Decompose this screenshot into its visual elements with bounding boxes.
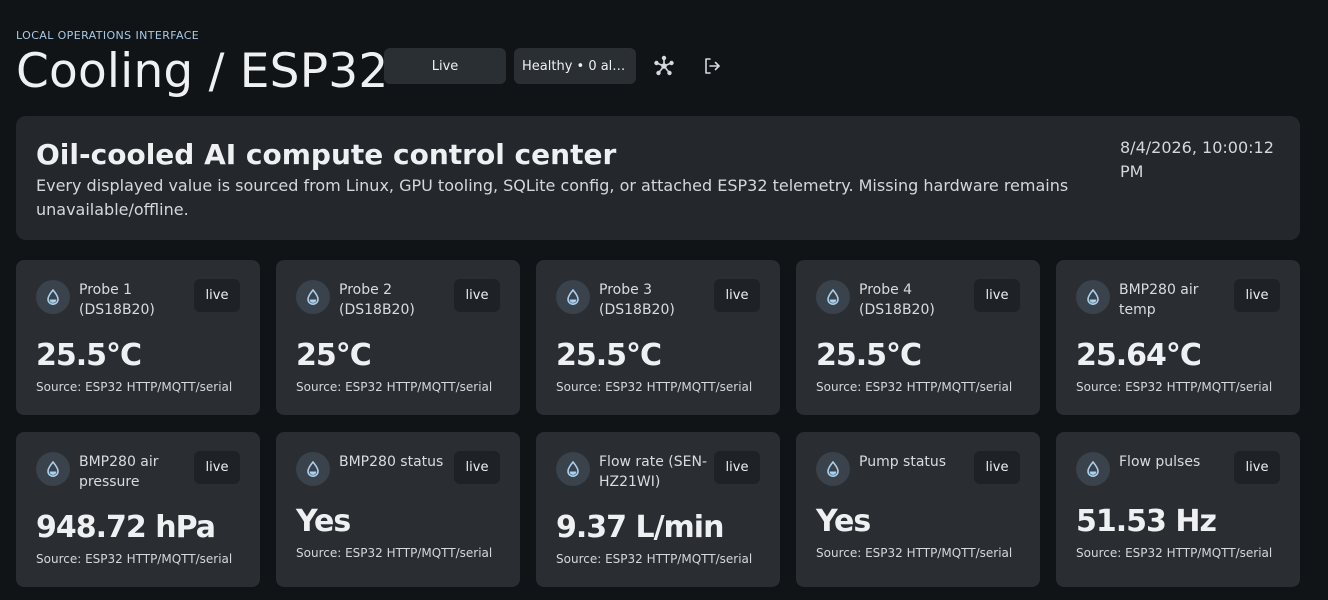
sensor-card-label: Probe 1 (DS18B20) [79,282,155,318]
sensor-card-label: Probe 2 (DS18B20) [339,282,415,318]
sensor-card-label: BMP280 air pressure [79,454,159,490]
sensor-card-value: 948.72 hPa [36,510,216,545]
sensor-card-label: BMP280 status [339,454,444,470]
live-status-chip[interactable]: Live [384,48,506,84]
eyebrow-label: LOCAL OPERATIONS INTERFACE [16,29,200,42]
droplet-icon [36,280,70,314]
droplet-icon [816,280,850,314]
sensor-card-source: Source: ESP32 HTTP/MQTT/serial [816,380,1013,394]
live-badge: live [454,451,500,484]
sensor-card-probe-4[interactable]: Probe 4 (DS18B20) live 25.5°C Source: ES… [796,260,1040,415]
live-badge: live [1234,451,1280,484]
sensor-card-source: Source: ESP32 HTTP/MQTT/serial [1076,380,1273,394]
live-badge: live [194,279,240,312]
droplet-icon [296,452,330,486]
droplet-icon [556,280,590,314]
hero-timestamp: 8/4/2026, 10:00:12 PM [1120,138,1274,181]
health-status-chip[interactable]: Healthy • 0 alerts [514,48,636,84]
sensor-card-source: Source: ESP32 HTTP/MQTT/serial [36,552,233,566]
page-title: Cooling / ESP32 [16,44,389,99]
sensor-card-probe-1[interactable]: Probe 1 (DS18B20) live 25.5°C Source: ES… [16,260,260,415]
health-status-label: Healthy • 0 alerts [522,58,628,74]
sensor-card-flow-pulses[interactable]: Flow pulses live 51.53 Hz Source: ESP32 … [1056,432,1300,587]
hero-description: Every displayed value is sourced from Li… [36,176,1069,219]
sensor-card-value: 9.37 L/min [556,510,724,545]
sensor-card-value: 25°C [296,338,372,373]
sensor-card-value: 25.5°C [556,338,662,373]
sensor-card-probe-2[interactable]: Probe 2 (DS18B20) live 25°C Source: ESP3… [276,260,520,415]
sensor-card-source: Source: ESP32 HTTP/MQTT/serial [296,546,493,560]
live-badge: live [454,279,500,312]
droplet-icon [1076,452,1110,486]
droplet-icon [556,452,590,486]
sensor-card-flow-rate[interactable]: Flow rate (SEN-HZ21WI) live 9.37 L/min S… [536,432,780,587]
hero-panel: Oil-cooled AI compute control center Eve… [16,116,1300,240]
sensor-card-source: Source: ESP32 HTTP/MQTT/serial [36,380,233,394]
sensor-card-value: 25.5°C [816,338,922,373]
sensor-card-value: Yes [296,504,351,539]
sensor-card-grid: Probe 1 (DS18B20) live 25.5°C Source: ES… [16,260,1300,587]
sensor-card-bmp280-air-pressure[interactable]: BMP280 air pressure live 948.72 hPa Sour… [16,432,260,587]
sensor-card-value: Yes [816,504,871,539]
logout-icon[interactable] [700,54,724,78]
live-badge: live [974,451,1020,484]
live-badge: live [714,279,760,312]
droplet-icon [816,452,850,486]
sensor-card-bmp280-status[interactable]: BMP280 status live Yes Source: ESP32 HTT… [276,432,520,587]
sensor-card-label: Flow pulses [1119,454,1201,470]
sensor-card-source: Source: ESP32 HTTP/MQTT/serial [556,380,753,394]
live-badge: live [194,451,240,484]
sensor-card-label: Flow rate (SEN-HZ21WI) [599,454,708,490]
sensor-card-value: 25.5°C [36,338,142,373]
live-badge: live [1234,279,1280,312]
sensor-card-value: 51.53 Hz [1076,504,1217,539]
live-status-label: Live [431,58,459,74]
sensor-card-label: Pump status [859,454,947,470]
droplet-icon [1076,280,1110,314]
sensor-card-value: 25.64°C [1076,338,1202,373]
sensor-card-probe-3[interactable]: Probe 3 (DS18B20) live 25.5°C Source: ES… [536,260,780,415]
live-badge: live [974,279,1020,312]
sensor-card-source: Source: ESP32 HTTP/MQTT/serial [816,546,1013,560]
sensor-card-label: Probe 3 (DS18B20) [599,282,675,318]
sensor-card-source: Source: ESP32 HTTP/MQTT/serial [556,552,753,566]
sensor-card-source: Source: ESP32 HTTP/MQTT/serial [296,380,493,394]
sensor-card-label: BMP280 air temp [1119,282,1199,318]
network-icon[interactable] [652,54,676,78]
hero-title: Oil-cooled AI compute control center [36,138,617,171]
live-badge: live [714,451,760,484]
sensor-card-bmp280-air-temp[interactable]: BMP280 air temp live 25.64°C Source: ESP… [1056,260,1300,415]
droplet-icon [36,452,70,486]
droplet-icon [296,280,330,314]
sensor-card-source: Source: ESP32 HTTP/MQTT/serial [1076,546,1273,560]
sensor-card-pump-status[interactable]: Pump status live Yes Source: ESP32 HTTP/… [796,432,1040,587]
sensor-card-label: Probe 4 (DS18B20) [859,282,935,318]
